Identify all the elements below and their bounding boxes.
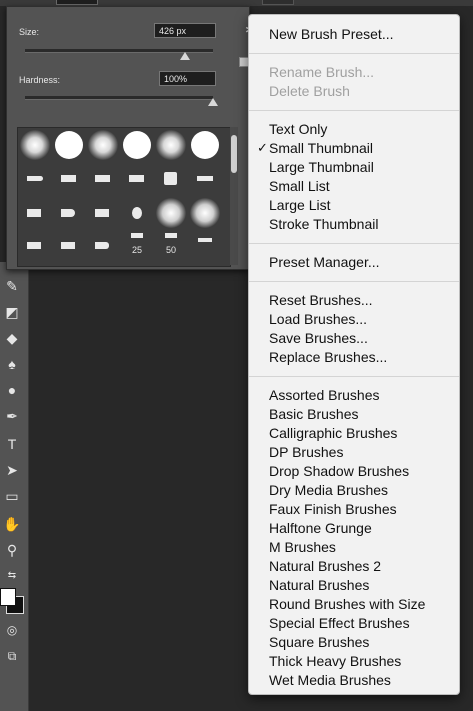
brush-size-number: 50 [165, 245, 176, 255]
menu-item-special-effect-brushes[interactable]: Special Effect Brushes [269, 614, 410, 632]
brush-preset[interactable] [86, 196, 120, 230]
brush-preset[interactable] [120, 128, 154, 162]
menu-item-small-thumbnail[interactable]: Small Thumbnail [269, 139, 373, 157]
brush-preset[interactable]: 25 [120, 230, 154, 264]
menu-item-m-brushes[interactable]: M Brushes [269, 538, 336, 556]
menu-item-round-brushes-with-size[interactable]: Round Brushes with Size [269, 595, 425, 613]
pen-tool-icon[interactable]: ✒ [2, 406, 22, 426]
brush-preset[interactable] [188, 230, 222, 264]
menu-item-natural-brushes[interactable]: Natural Brushes [269, 576, 369, 594]
swap-colors-icon[interactable]: ⇆ [2, 566, 22, 586]
menu-item-large-list[interactable]: Large List [269, 196, 330, 214]
brush-preset[interactable] [188, 196, 222, 230]
menu-item-dp-brushes[interactable]: DP Brushes [269, 443, 343, 461]
menu-separator [249, 243, 459, 244]
brush-preset[interactable]: 50 [154, 230, 188, 264]
hardness-slider-thumb[interactable] [208, 98, 218, 106]
zoom-tool-icon[interactable]: ⚲ [2, 540, 22, 560]
dodge-tool-icon[interactable]: ● [2, 380, 22, 400]
quick-mask-icon[interactable]: ◎ [2, 620, 22, 640]
history-brush-tool-icon[interactable]: ✎ [2, 276, 22, 296]
menu-item-replace-brushes[interactable]: Replace Brushes... [269, 348, 387, 366]
type-tool-icon[interactable]: T [2, 434, 22, 454]
menu-item-rename-brush: Rename Brush... [269, 64, 375, 80]
menu-separator [249, 281, 459, 282]
menu-separator [249, 53, 459, 54]
options-bar-field[interactable] [262, 0, 294, 5]
brush-preset[interactable] [18, 162, 52, 196]
menu-item-text-only[interactable]: Text Only [269, 120, 327, 138]
menu-item-thick-heavy-brushes[interactable]: Thick Heavy Brushes [269, 652, 401, 670]
brush-preset[interactable] [18, 128, 52, 162]
brush-preset[interactable] [18, 230, 52, 264]
menu-separator [249, 376, 459, 377]
brush-preset[interactable] [154, 162, 188, 196]
menu-item-preset-manager[interactable]: Preset Manager... [269, 253, 380, 271]
eraser-tool-icon[interactable]: ◩ [2, 302, 22, 322]
menu-item-drop-shadow-brushes[interactable]: Drop Shadow Brushes [269, 462, 409, 480]
brush-preset[interactable] [120, 196, 154, 230]
hardness-input[interactable]: 100% [159, 71, 216, 86]
menu-item-small-list[interactable]: Small List [269, 177, 330, 195]
menu-item-basic-brushes[interactable]: Basic Brushes [269, 405, 358, 423]
tools-panel: ✎ ◩ ◆ ♠ ● ✒ T ➤ ▭ ✋ ⚲ ⇆ ◎ ⧉ [0, 262, 29, 711]
scrollbar-thumb[interactable] [231, 135, 237, 173]
brush-preset[interactable] [154, 128, 188, 162]
brush-panel-menu: New Brush Preset... Rename Brush... Delete… [248, 14, 460, 695]
screen-mode-icon[interactable]: ⧉ [2, 646, 22, 666]
menu-item-calligraphic-brushes[interactable]: Calligraphic Brushes [269, 424, 397, 442]
brush-preset[interactable] [120, 162, 154, 196]
menu-item-load-brushes[interactable]: Load Brushes... [269, 310, 367, 328]
menu-separator [249, 110, 459, 111]
brush-presets-grid: 25 50 [17, 127, 231, 267]
blur-tool-icon[interactable]: ♠ [2, 354, 22, 374]
hardness-label: Hardness: [19, 75, 61, 85]
menu-item-faux-finish-brushes[interactable]: Faux Finish Brushes [269, 500, 397, 518]
rectangle-tool-icon[interactable]: ▭ [2, 486, 22, 506]
size-input[interactable]: 426 px [154, 23, 216, 38]
brush-preset[interactable] [52, 196, 86, 230]
brush-preset[interactable] [18, 196, 52, 230]
brush-preset[interactable] [86, 128, 120, 162]
menu-item-large-thumbnail[interactable]: Large Thumbnail [269, 158, 374, 176]
menu-item-dry-media-brushes[interactable]: Dry Media Brushes [269, 481, 388, 499]
brush-preset-picker: Size: 426 px Hardness: 100% ✲ [6, 6, 255, 270]
brush-size-number: 25 [131, 245, 142, 255]
menu-item-reset-brushes[interactable]: Reset Brushes... [269, 291, 373, 309]
menu-item-square-brushes[interactable]: Square Brushes [269, 633, 369, 651]
brush-preset[interactable] [52, 128, 86, 162]
brush-preset[interactable] [86, 230, 120, 264]
menu-item-natural-brushes-2[interactable]: Natural Brushes 2 [269, 557, 381, 575]
brush-size-field[interactable] [56, 0, 98, 5]
presets-scrollbar[interactable] [230, 127, 238, 265]
menu-item-new-brush-preset[interactable]: New Brush Preset... [269, 25, 394, 43]
menu-item-wet-media-brushes[interactable]: Wet Media Brushes [269, 671, 391, 689]
brush-preset[interactable] [86, 162, 120, 196]
path-selection-tool-icon[interactable]: ➤ [2, 460, 22, 480]
brush-preset[interactable] [188, 128, 222, 162]
brush-preset[interactable] [52, 230, 86, 264]
paint-bucket-tool-icon[interactable]: ◆ [2, 328, 22, 348]
menu-item-halftone-grunge[interactable]: Halftone Grunge [269, 519, 372, 537]
brush-preset[interactable] [154, 196, 188, 230]
brush-preset[interactable] [188, 162, 222, 196]
hand-tool-icon[interactable]: ✋ [2, 514, 22, 534]
hardness-slider[interactable] [25, 96, 213, 100]
brush-preset[interactable] [52, 162, 86, 196]
foreground-color-swatch[interactable] [0, 588, 16, 606]
menu-item-delete-brush: Delete Brush [269, 83, 350, 99]
menu-item-stroke-thumbnail[interactable]: Stroke Thumbnail [269, 215, 378, 233]
size-slider-thumb[interactable] [179, 52, 190, 60]
menu-item-save-brushes[interactable]: Save Brushes... [269, 329, 368, 347]
size-label: Size: [19, 27, 40, 37]
checkmark-icon: ✓ [257, 140, 268, 155]
menu-item-assorted-brushes[interactable]: Assorted Brushes [269, 386, 380, 404]
